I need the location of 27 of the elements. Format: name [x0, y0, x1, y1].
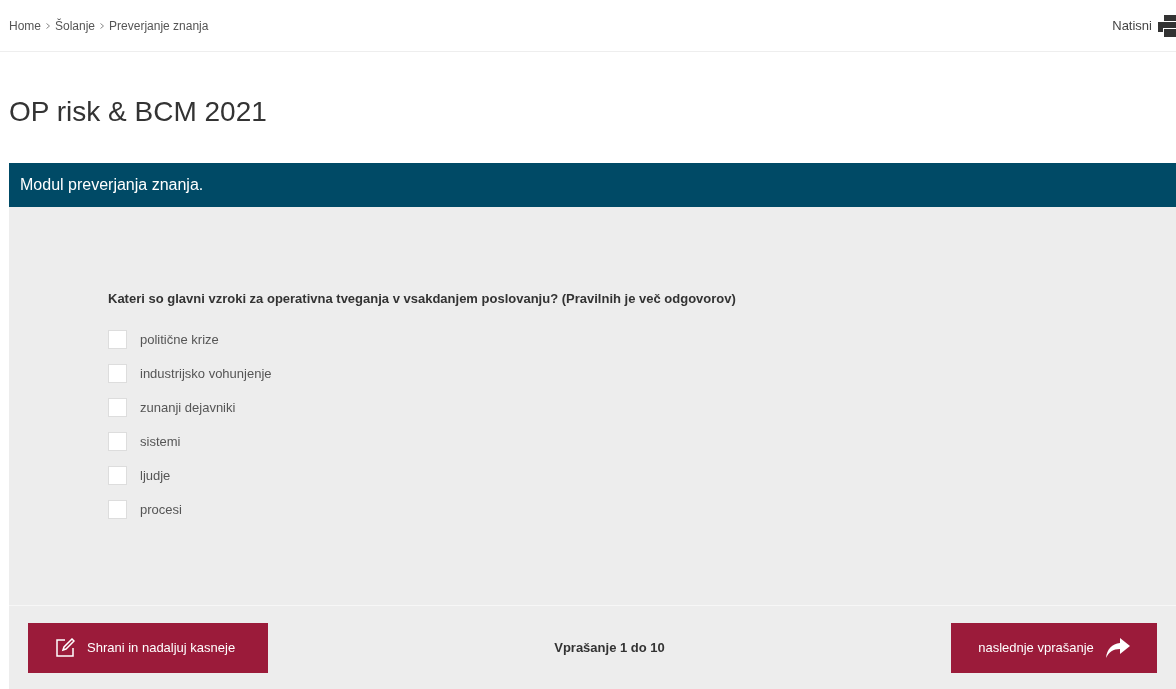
checkbox[interactable] [108, 500, 127, 519]
option-label[interactable]: zunanji dejavniki [140, 397, 236, 418]
option-label[interactable]: ljudje [140, 465, 171, 486]
checkbox[interactable] [108, 330, 127, 349]
breadcrumb-link[interactable]: Preverjanje znanja [109, 16, 209, 35]
panel-header: Modul preverjanja znanja. [9, 163, 1176, 207]
option-label[interactable]: sistemi [140, 431, 181, 452]
checkbox[interactable] [108, 466, 127, 485]
question-text: Kateri so glavni vzroki za operativna tveganja v vsakdanjem poslovanju? (Pravilnih je več odgovorov) [108, 290, 737, 308]
option-label[interactable]: procesi [140, 499, 182, 520]
checkbox[interactable] [108, 432, 127, 451]
save-button[interactable]: Shrani in nadaljuj kasneje [28, 622, 268, 673]
breadcrumb-link[interactable]: Home [9, 16, 41, 35]
checkbox[interactable] [108, 398, 127, 417]
edit-icon [55, 637, 75, 658]
arrow-icon [1105, 637, 1130, 658]
next-question-button[interactable]: naslednje vprašanje [951, 622, 1157, 673]
checkbox[interactable] [108, 364, 127, 383]
option-label[interactable]: industrijsko vohunjenje [140, 363, 272, 384]
printer-icon [1158, 14, 1176, 37]
breadcrumb-link[interactable]: Šolanje [55, 16, 96, 35]
option-label[interactable]: politične krize [140, 329, 219, 350]
page-title: OP risk & BCM 2021 [8, 95, 268, 129]
print-link[interactable]: Natisni [1112, 14, 1176, 37]
question-counter: Vprašanje 1 do 10 [554, 638, 665, 657]
chevron-icon [100, 22, 105, 29]
chevron-icon [46, 22, 50, 29]
